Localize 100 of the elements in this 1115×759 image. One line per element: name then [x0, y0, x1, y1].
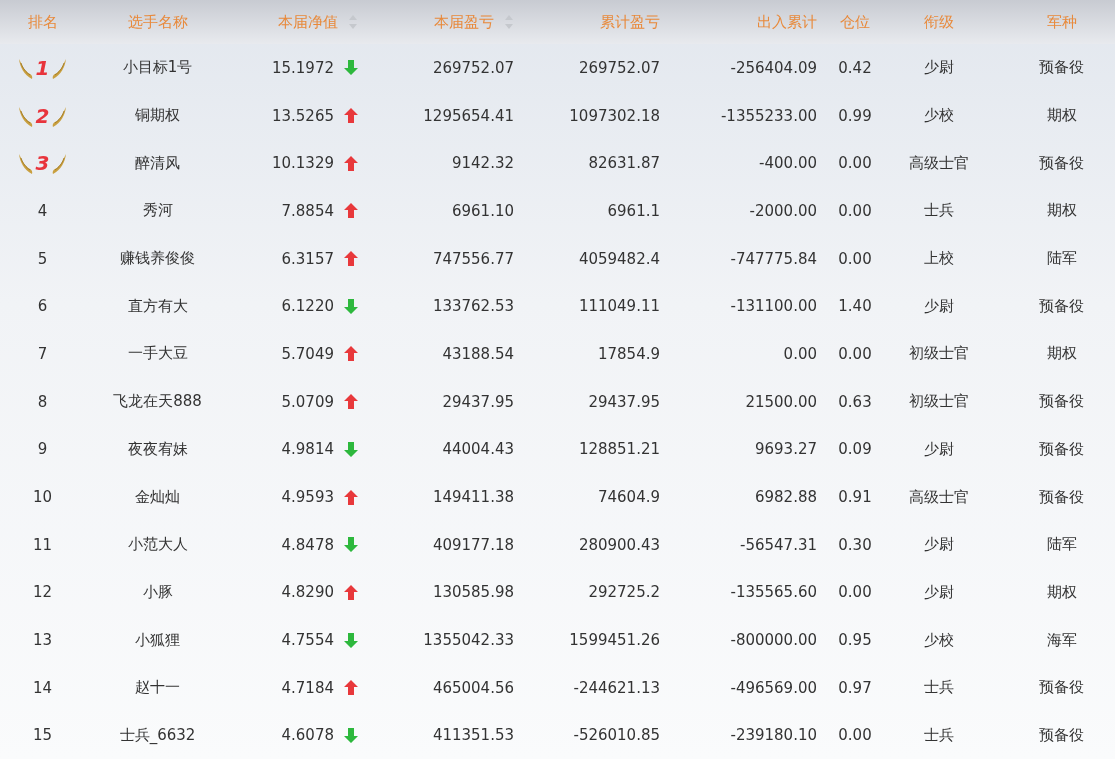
flow-value: -400.00 — [759, 154, 817, 173]
total-profit-value: 74604.9 — [597, 488, 660, 507]
profit-value: 44004.43 — [442, 440, 514, 459]
rank-number: 14 — [32, 678, 53, 697]
rank-number: 7 — [37, 344, 48, 363]
rank-title: 少尉 — [923, 296, 954, 316]
branch-label: 陆军 — [1046, 249, 1077, 269]
position-value: 0.63 — [838, 392, 872, 411]
flow-value: -256404.09 — [730, 58, 817, 77]
profit-value: 29437.95 — [442, 392, 514, 411]
rank-number: 13 — [32, 631, 53, 650]
rank-number: 11 — [32, 535, 53, 554]
sort-icon[interactable] — [348, 14, 358, 30]
profit-value: 6961.10 — [451, 201, 514, 220]
branch-label: 预备役 — [1039, 296, 1084, 316]
total-profit-value: 29437.95 — [588, 392, 660, 411]
net-value: 4.8290 — [281, 583, 334, 602]
branch-label: 期权 — [1046, 582, 1077, 602]
rank-number: 12 — [32, 583, 53, 602]
position-value: 0.09 — [838, 440, 872, 459]
profit-value: 149411.38 — [432, 488, 514, 507]
branch-label: 预备役 — [1039, 487, 1084, 507]
total-profit-value: -244621.13 — [573, 678, 660, 697]
branch-label: 期权 — [1046, 344, 1077, 364]
flow-value: -2000.00 — [749, 201, 817, 220]
profit-value: 130585.98 — [432, 583, 514, 602]
player-name: 小豚 — [142, 582, 173, 602]
position-value: 0.00 — [838, 344, 872, 363]
net-value: 4.9593 — [281, 488, 334, 507]
player-name: 赵十一 — [135, 678, 180, 698]
rank-title: 少校 — [923, 106, 954, 126]
rank-number: 4 — [37, 201, 48, 220]
net-value: 4.8478 — [281, 535, 334, 554]
position-value: 0.00 — [838, 201, 872, 220]
player-name: 小目标1号 — [122, 58, 193, 78]
rank-title: 初级士官 — [908, 392, 969, 412]
rank-number: 1 — [35, 55, 50, 80]
rank-title: 少尉 — [923, 439, 954, 459]
position-value: 0.91 — [838, 488, 872, 507]
column-header: 衔级 — [923, 12, 954, 32]
player-name: 赚钱养俊俊 — [120, 249, 195, 269]
position-value: 0.97 — [838, 678, 872, 697]
profit-value: 1295654.41 — [423, 106, 514, 125]
flow-value: -1355233.00 — [720, 106, 817, 125]
player-name: 夜夜宥妹 — [127, 439, 188, 459]
player-name: 小范大人 — [127, 535, 188, 555]
sort-icon[interactable] — [504, 14, 514, 30]
player-name: 秀河 — [142, 201, 173, 221]
rank-title: 士兵 — [923, 201, 954, 221]
total-profit-value: 4059482.4 — [578, 249, 660, 268]
player-name: 小狐狸 — [135, 630, 180, 650]
rank-title: 上校 — [923, 249, 954, 269]
column-header: 仓位 — [840, 12, 870, 32]
net-value: 7.8854 — [281, 201, 334, 220]
profit-value: 411351.53 — [432, 726, 514, 745]
branch-label: 期权 — [1046, 201, 1077, 221]
rank-title: 士兵 — [923, 678, 954, 698]
rank-number: 2 — [35, 103, 50, 128]
position-value: 0.95 — [838, 631, 872, 650]
total-profit-value: 82631.87 — [588, 154, 660, 173]
rank-number: 10 — [32, 488, 53, 507]
position-value: 0.00 — [838, 726, 872, 745]
position-value: 0.99 — [838, 106, 872, 125]
net-value: 4.9814 — [281, 440, 334, 459]
rank-number: 9 — [37, 440, 48, 459]
branch-label: 预备役 — [1039, 392, 1084, 412]
column-header: 选手名称 — [127, 12, 188, 32]
net-value: 6.1220 — [281, 297, 334, 316]
column-header[interactable]: 本届盈亏 — [434, 12, 494, 32]
flow-value: 9693.27 — [754, 440, 817, 459]
player-name: 一手大豆 — [127, 344, 188, 364]
position-value: 0.00 — [838, 154, 872, 173]
rank-title: 少尉 — [923, 582, 954, 602]
branch-label: 预备役 — [1039, 439, 1084, 459]
branch-label: 期权 — [1046, 106, 1077, 126]
column-header: 排名 — [27, 12, 58, 32]
rank-number: 3 — [35, 151, 50, 176]
position-value: 0.30 — [838, 535, 872, 554]
total-profit-value: 1097302.18 — [569, 106, 660, 125]
column-header[interactable]: 本届净值 — [278, 12, 338, 32]
profit-value: 1355042.33 — [423, 631, 514, 650]
total-profit-value: 269752.07 — [578, 58, 660, 77]
net-value: 10.1329 — [271, 154, 334, 173]
net-value: 6.3157 — [281, 249, 334, 268]
player-name: 铜期权 — [135, 106, 180, 126]
total-profit-value: 6961.1 — [607, 201, 660, 220]
flow-value: -747775.84 — [730, 249, 817, 268]
flow-value: 0.00 — [783, 344, 817, 363]
branch-label: 预备役 — [1039, 153, 1084, 173]
flow-value: 6982.88 — [754, 488, 817, 507]
flow-value: -135565.60 — [730, 583, 817, 602]
rank-title: 高级士官 — [908, 487, 969, 507]
total-profit-value: -526010.85 — [573, 726, 660, 745]
player-name: 醉清风 — [135, 153, 180, 173]
rank-number: 15 — [32, 726, 53, 745]
flow-value: -56547.31 — [740, 535, 817, 554]
position-value: 0.00 — [838, 249, 872, 268]
flow-value: -131100.00 — [730, 297, 817, 316]
net-value: 5.0709 — [281, 392, 334, 411]
profit-value: 133762.53 — [432, 297, 514, 316]
